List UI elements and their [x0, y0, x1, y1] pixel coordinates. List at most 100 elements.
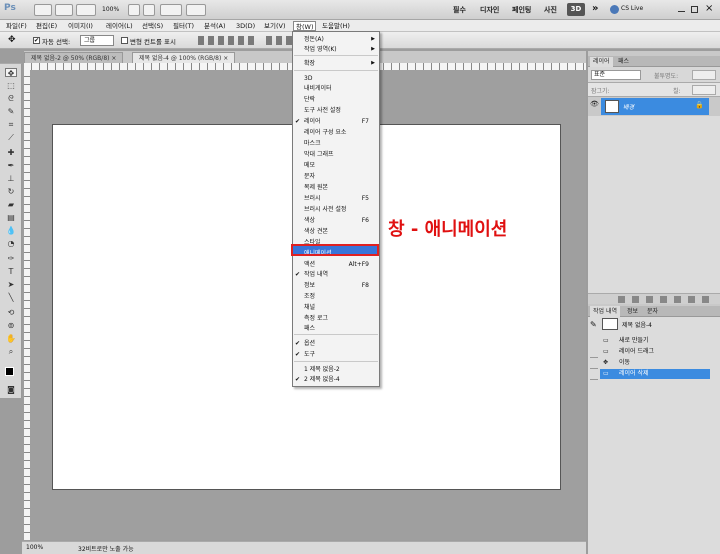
close-icon[interactable]: × — [223, 55, 228, 62]
zoom-level[interactable]: 100% — [102, 6, 119, 13]
tab-character[interactable]: 문자 — [644, 306, 661, 317]
window-menu-item[interactable]: 확장 ▶ — [293, 59, 379, 68]
window-menu-item[interactable]: 1 제목 없음-2 — [293, 365, 379, 374]
cs-live-label[interactable]: CS Live — [621, 5, 643, 12]
snapshot-label[interactable]: 제목 없음-4 — [622, 320, 652, 329]
view-extras-button[interactable] — [76, 4, 96, 16]
3d-orbit-tool-icon[interactable]: ⊚ — [5, 321, 17, 330]
eyedropper-tool-icon[interactable]: ⟋ — [5, 133, 17, 142]
workspace-photography[interactable]: 사진 — [541, 3, 560, 17]
foreground-color-swatch[interactable] — [5, 367, 14, 376]
menu-filter[interactable]: 필터(T) — [173, 21, 194, 31]
window-menu-item[interactable]: 단락 — [293, 95, 379, 104]
hand-tool-icon[interactable]: ✋ — [5, 334, 17, 343]
workspace-design[interactable]: 디자인 — [477, 3, 502, 17]
quick-select-tool-icon[interactable]: ✎ — [5, 107, 17, 116]
tab-paths[interactable]: 패스 — [615, 57, 632, 67]
eraser-tool-icon[interactable]: ▰ — [5, 200, 17, 209]
brush-tool-icon[interactable]: ✒ — [5, 161, 17, 170]
blur-tool-icon[interactable]: 💧 — [5, 226, 17, 235]
menu-file[interactable]: 파일(F) — [6, 21, 27, 31]
workspace-essentials[interactable]: 필수 — [450, 3, 469, 17]
history-item[interactable]: ▭ 레이어 드래그 — [600, 347, 710, 357]
minibridge-button[interactable] — [55, 4, 73, 16]
window-menu-item[interactable]: 도구 ✔ — [293, 350, 379, 359]
gradient-tool-icon[interactable]: ▤ — [5, 213, 17, 222]
marquee-tool-icon[interactable]: ⬚ — [5, 81, 17, 90]
3d-rotate-tool-icon[interactable]: ⟲ — [5, 308, 17, 317]
window-menu-item[interactable]: 마스크 — [293, 139, 379, 148]
auto-select-checkbox[interactable]: ✔ — [33, 37, 40, 44]
menu-window[interactable]: 창(W) — [293, 21, 317, 31]
window-menu-item[interactable]: 브러시 F5 — [293, 194, 379, 203]
restore-icon[interactable] — [691, 6, 698, 13]
move-tool-icon[interactable]: ✥ — [8, 35, 16, 45]
arrange-documents-button[interactable] — [160, 4, 182, 16]
hand-tool-button[interactable] — [128, 4, 140, 16]
tab-layers[interactable]: 레이어 — [590, 57, 613, 67]
menu-help[interactable]: 도움말(H) — [322, 21, 350, 31]
menu-3d[interactable]: 3D(D) — [236, 21, 255, 31]
lasso-tool-icon[interactable]: ᘓ — [5, 94, 17, 103]
menu-edit[interactable]: 편집(E) — [36, 21, 57, 31]
window-menu-item[interactable]: 정보 F8 — [293, 281, 379, 290]
workspace-3d[interactable]: 3D — [567, 3, 585, 16]
align-buttons-group[interactable] — [198, 36, 258, 45]
window-menu-item[interactable]: 브러시 사전 설정 — [293, 205, 379, 214]
history-item[interactable]: ✥ 이동 — [600, 358, 710, 368]
blend-mode-dropdown[interactable]: 표준 — [591, 70, 641, 80]
close-icon[interactable]: × — [111, 55, 116, 62]
eye-icon[interactable]: 👁 — [590, 100, 600, 112]
tab-document-2[interactable]: 제목 없음-2 @ 50% (RGB/8) × — [24, 52, 124, 63]
window-menu-item[interactable]: 채널 — [293, 303, 379, 312]
window-menu-item[interactable]: 3D — [293, 74, 379, 83]
window-menu-item[interactable]: 작업 내역 ✔ — [293, 270, 379, 279]
window-menu-item[interactable]: 막대 그래프 — [293, 150, 379, 159]
bridge-button[interactable] — [34, 4, 52, 16]
window-menu-item[interactable]: 옵션 ✔ — [293, 339, 379, 348]
history-item-selected[interactable]: ▭ 레이어 삭제 — [600, 369, 710, 379]
quick-mask-icon[interactable]: ◙ — [5, 385, 17, 394]
zoom-tool-icon[interactable]: ⌕ — [5, 347, 17, 356]
menu-analysis[interactable]: 분석(A) — [204, 21, 225, 31]
history-item[interactable]: ▭ 새로 만들기 — [600, 336, 710, 346]
minimize-icon[interactable] — [678, 11, 685, 12]
tab-info[interactable]: 정보 — [624, 306, 641, 317]
menu-layer[interactable]: 레이어(L) — [106, 21, 133, 31]
layers-actions-group[interactable] — [618, 296, 714, 303]
screen-mode-button[interactable] — [186, 4, 206, 16]
more-workspaces-icon[interactable]: » — [592, 3, 598, 14]
window-menu-item[interactable]: 작업 영역(K) ▶ — [293, 45, 379, 54]
opacity-input[interactable] — [692, 70, 716, 80]
transform-controls-checkbox[interactable] — [121, 37, 128, 44]
path-select-tool-icon[interactable]: ➤ — [5, 280, 17, 289]
history-brush-tool-icon[interactable]: ↻ — [5, 187, 17, 196]
menu-image[interactable]: 이미지(I) — [68, 21, 93, 31]
workspace-painting[interactable]: 페인팅 — [509, 3, 534, 17]
crop-tool-icon[interactable]: ⌗ — [5, 120, 17, 129]
window-menu-item[interactable]: 조정 — [293, 292, 379, 301]
type-tool-icon[interactable]: T — [5, 267, 17, 276]
history-source-column[interactable] — [590, 348, 598, 380]
close-window-icon[interactable]: × — [705, 3, 713, 14]
window-menu-item[interactable]: 도구 사전 설정 — [293, 106, 379, 115]
window-menu-item[interactable]: 액션 Alt+F9 — [293, 260, 379, 269]
move-tool-icon[interactable]: ✥ — [5, 68, 17, 78]
healing-brush-tool-icon[interactable]: ✚ — [5, 148, 17, 157]
window-menu-item[interactable]: 문자 — [293, 172, 379, 181]
auto-select-dropdown[interactable]: 그룹 — [80, 35, 114, 46]
window-menu-item[interactable]: 패스 — [293, 324, 379, 333]
menu-select[interactable]: 선택(S) — [142, 21, 163, 31]
window-menu-item[interactable]: 색상 F6 — [293, 216, 379, 225]
shape-tool-icon[interactable]: ╲ — [5, 293, 17, 302]
window-menu-item[interactable]: 메모 — [293, 161, 379, 170]
window-menu-item[interactable]: 색상 견본 — [293, 227, 379, 236]
window-menu-item[interactable]: 복제 원본 — [293, 183, 379, 192]
menu-view[interactable]: 보기(V) — [264, 21, 285, 31]
window-menu-item[interactable]: 레이어 구성 요소 — [293, 128, 379, 137]
window-menu-item[interactable]: 측정 로그 — [293, 314, 379, 323]
distribute-buttons-group[interactable] — [266, 36, 292, 45]
fill-input[interactable] — [692, 85, 716, 95]
clone-stamp-tool-icon[interactable]: ⊥ — [5, 174, 17, 183]
history-brush-icon[interactable]: ✎ — [590, 320, 597, 329]
